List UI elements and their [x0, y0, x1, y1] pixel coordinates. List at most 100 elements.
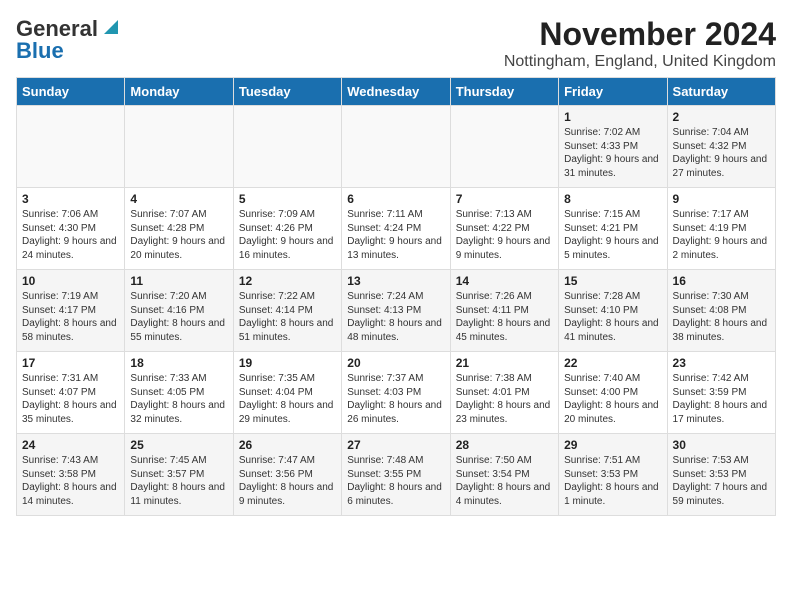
day-number: 5 — [239, 192, 336, 206]
table-row: 28 Sunrise: 7:50 AM Sunset: 3:54 PM Dayli… — [450, 434, 558, 516]
day-number: 29 — [564, 438, 661, 452]
day-info: Sunrise: 7:42 AM Sunset: 3:59 PM Dayligh… — [673, 373, 768, 425]
day-number: 12 — [239, 274, 336, 288]
day-info: Sunrise: 7:13 AM Sunset: 4:22 PM Dayligh… — [456, 209, 551, 261]
logo-blue: Blue — [16, 38, 64, 64]
logo-triangle-icon — [100, 16, 122, 38]
day-info: Sunrise: 7:33 AM Sunset: 4:05 PM Dayligh… — [130, 373, 225, 425]
day-info: Sunrise: 7:02 AM Sunset: 4:33 PM Dayligh… — [564, 127, 659, 179]
day-info: Sunrise: 7:24 AM Sunset: 4:13 PM Dayligh… — [347, 291, 442, 343]
day-info: Sunrise: 7:31 AM Sunset: 4:07 PM Dayligh… — [22, 373, 117, 425]
day-info: Sunrise: 7:11 AM Sunset: 4:24 PM Dayligh… — [347, 209, 442, 261]
day-info: Sunrise: 7:38 AM Sunset: 4:01 PM Dayligh… — [456, 373, 551, 425]
day-number: 24 — [22, 438, 119, 452]
day-info: Sunrise: 7:07 AM Sunset: 4:28 PM Dayligh… — [130, 209, 225, 261]
day-info: Sunrise: 7:48 AM Sunset: 3:55 PM Dayligh… — [347, 455, 442, 507]
day-info: Sunrise: 7:51 AM Sunset: 3:53 PM Dayligh… — [564, 455, 659, 507]
day-number: 18 — [130, 356, 227, 370]
day-info: Sunrise: 7:22 AM Sunset: 4:14 PM Dayligh… — [239, 291, 334, 343]
day-info: Sunrise: 7:35 AM Sunset: 4:04 PM Dayligh… — [239, 373, 334, 425]
table-row: 30 Sunrise: 7:53 AM Sunset: 3:53 PM Dayli… — [667, 434, 775, 516]
day-info: Sunrise: 7:15 AM Sunset: 4:21 PM Dayligh… — [564, 209, 659, 261]
table-row: 21 Sunrise: 7:38 AM Sunset: 4:01 PM Dayli… — [450, 352, 558, 434]
day-number: 1 — [564, 110, 661, 124]
col-wednesday: Wednesday — [342, 78, 450, 106]
logo: General Blue — [16, 16, 122, 64]
day-number: 28 — [456, 438, 553, 452]
table-row: 13 Sunrise: 7:24 AM Sunset: 4:13 PM Dayli… — [342, 270, 450, 352]
day-number: 9 — [673, 192, 770, 206]
day-info: Sunrise: 7:19 AM Sunset: 4:17 PM Dayligh… — [22, 291, 117, 343]
table-row: 17Sunrise: 7:31 AM Sunset: 4:07 PM Dayli… — [17, 352, 125, 434]
day-number: 4 — [130, 192, 227, 206]
day-number: 23 — [673, 356, 770, 370]
day-number: 6 — [347, 192, 444, 206]
day-info: Sunrise: 7:17 AM Sunset: 4:19 PM Dayligh… — [673, 209, 768, 261]
col-thursday: Thursday — [450, 78, 558, 106]
calendar-week-row: 3 Sunrise: 7:06 AM Sunset: 4:30 PM Daylig… — [17, 188, 776, 270]
day-info: Sunrise: 7:28 AM Sunset: 4:10 PM Dayligh… — [564, 291, 659, 343]
day-info: Sunrise: 7:50 AM Sunset: 3:54 PM Dayligh… — [456, 455, 551, 507]
table-row: 5 Sunrise: 7:09 AM Sunset: 4:26 PM Daylig… — [233, 188, 341, 270]
day-number: 13 — [347, 274, 444, 288]
day-info: Sunrise: 7:06 AM Sunset: 4:30 PM Dayligh… — [22, 209, 117, 261]
col-friday: Friday — [559, 78, 667, 106]
header: General Blue November 2024 Nottingham, E… — [16, 16, 776, 71]
day-info: Sunrise: 7:43 AM Sunset: 3:58 PM Dayligh… — [22, 455, 117, 507]
calendar-header-row: Sunday Monday Tuesday Wednesday Thursday… — [17, 78, 776, 106]
table-row: 6 Sunrise: 7:11 AM Sunset: 4:24 PM Daylig… — [342, 188, 450, 270]
day-number: 19 — [239, 356, 336, 370]
day-number: 10 — [22, 274, 119, 288]
day-info: Sunrise: 7:30 AM Sunset: 4:08 PM Dayligh… — [673, 291, 768, 343]
day-number: 20 — [347, 356, 444, 370]
day-number: 11 — [130, 274, 227, 288]
col-monday: Monday — [125, 78, 233, 106]
day-info: Sunrise: 7:09 AM Sunset: 4:26 PM Dayligh… — [239, 209, 334, 261]
day-number: 7 — [456, 192, 553, 206]
table-row: 10 Sunrise: 7:19 AM Sunset: 4:17 PM Dayli… — [17, 270, 125, 352]
table-row — [233, 106, 341, 188]
day-info: Sunrise: 7:37 AM Sunset: 4:03 PM Dayligh… — [347, 373, 442, 425]
day-number: 14 — [456, 274, 553, 288]
day-number: 15 — [564, 274, 661, 288]
day-info: Sunrise: 7:04 AM Sunset: 4:32 PM Dayligh… — [673, 127, 768, 179]
table-row — [450, 106, 558, 188]
day-number: 21 — [456, 356, 553, 370]
table-row: 3 Sunrise: 7:06 AM Sunset: 4:30 PM Daylig… — [17, 188, 125, 270]
col-saturday: Saturday — [667, 78, 775, 106]
day-info: Sunrise: 7:26 AM Sunset: 4:11 PM Dayligh… — [456, 291, 551, 343]
table-row: 22Sunrise: 7:40 AM Sunset: 4:00 PM Dayli… — [559, 352, 667, 434]
calendar-title: November 2024 — [504, 16, 776, 53]
table-row: 12 Sunrise: 7:22 AM Sunset: 4:14 PM Dayli… — [233, 270, 341, 352]
day-info: Sunrise: 7:20 AM Sunset: 4:16 PM Dayligh… — [130, 291, 225, 343]
day-number: 16 — [673, 274, 770, 288]
day-info: Sunrise: 7:53 AM Sunset: 3:53 PM Dayligh… — [673, 455, 768, 507]
table-row: 25Sunrise: 7:45 AM Sunset: 3:57 PM Dayli… — [125, 434, 233, 516]
day-number: 2 — [673, 110, 770, 124]
table-row: 2 Sunrise: 7:04 AM Sunset: 4:32 PM Daylig… — [667, 106, 775, 188]
calendar-week-row: 17Sunrise: 7:31 AM Sunset: 4:07 PM Dayli… — [17, 352, 776, 434]
calendar-week-row: 1 Sunrise: 7:02 AM Sunset: 4:33 PM Daylig… — [17, 106, 776, 188]
table-row: 23 Sunrise: 7:42 AM Sunset: 3:59 PM Dayli… — [667, 352, 775, 434]
day-number: 26 — [239, 438, 336, 452]
day-number: 30 — [673, 438, 770, 452]
table-row: 9 Sunrise: 7:17 AM Sunset: 4:19 PM Daylig… — [667, 188, 775, 270]
table-row: 7 Sunrise: 7:13 AM Sunset: 4:22 PM Daylig… — [450, 188, 558, 270]
table-row: 24 Sunrise: 7:43 AM Sunset: 3:58 PM Dayli… — [17, 434, 125, 516]
table-row — [17, 106, 125, 188]
table-row: 29 Sunrise: 7:51 AM Sunset: 3:53 PM Dayli… — [559, 434, 667, 516]
calendar-week-row: 24 Sunrise: 7:43 AM Sunset: 3:58 PM Dayli… — [17, 434, 776, 516]
table-row: 1 Sunrise: 7:02 AM Sunset: 4:33 PM Daylig… — [559, 106, 667, 188]
table-row: 14 Sunrise: 7:26 AM Sunset: 4:11 PM Dayli… — [450, 270, 558, 352]
calendar-week-row: 10 Sunrise: 7:19 AM Sunset: 4:17 PM Dayli… — [17, 270, 776, 352]
table-row: 19 Sunrise: 7:35 AM Sunset: 4:04 PM Dayli… — [233, 352, 341, 434]
calendar-subtitle: Nottingham, England, United Kingdom — [504, 53, 776, 71]
day-number: 22 — [564, 356, 661, 370]
table-row: 20 Sunrise: 7:37 AM Sunset: 4:03 PM Dayli… — [342, 352, 450, 434]
day-number: 25 — [130, 438, 227, 452]
day-number: 3 — [22, 192, 119, 206]
table-row — [342, 106, 450, 188]
table-row: 27Sunrise: 7:48 AM Sunset: 3:55 PM Dayli… — [342, 434, 450, 516]
table-row: 4 Sunrise: 7:07 AM Sunset: 4:28 PM Daylig… — [125, 188, 233, 270]
table-row — [125, 106, 233, 188]
